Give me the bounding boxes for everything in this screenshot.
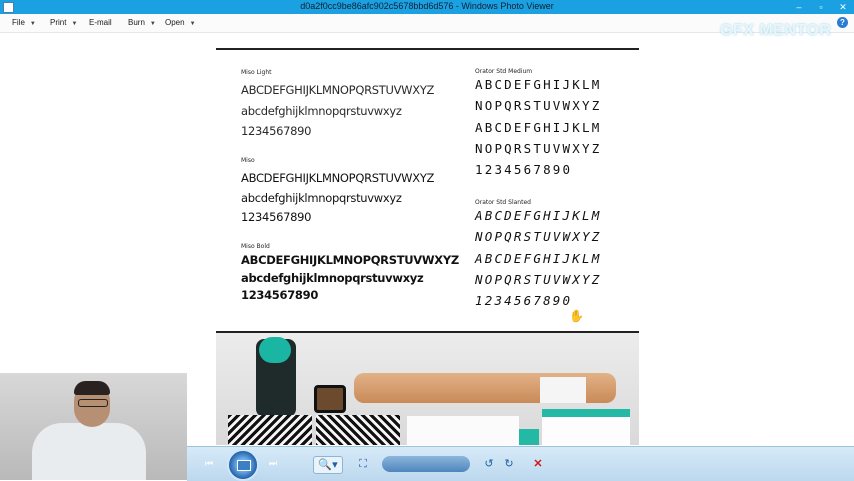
displayed-image[interactable]: Miso Light ABCDEFGHIJKLMNOPQRSTUVWXYZ ab… [216,33,639,445]
business-card-shape [406,415,520,445]
teal-card-shape [519,429,539,445]
specimen-uppercase: ABCDEFGHIJKLMNOPQRSTUVWXYZ [241,171,435,185]
rotate-right-icon[interactable]: ↻ [502,456,516,472]
chevron-down-icon: ▼ [71,21,78,27]
presenter-body [32,423,146,480]
specimen-line: ABCDEFGHIJKLM [475,77,602,92]
slideshow-icon [237,460,251,471]
brand-watermark: GFX MENTOR [720,22,832,39]
specimen-digits: 1234567890 [475,293,573,308]
specimen-digits: 1234567890 [241,124,312,138]
specimen-line: NOPQRSTUVWXYZ [475,272,602,287]
menu-file[interactable]: File ▼ [12,18,36,27]
chevron-down-icon: ▼ [149,21,156,27]
specimen-line: ABCDEFGHIJKLM [475,208,602,223]
zoom-icon[interactable]: 🔍▾ [313,456,343,474]
close-button[interactable]: ✕ [832,0,854,14]
navigation-pill [382,456,470,472]
specimen-digits: 1234567890 [241,210,312,224]
specimen-line: NOPQRSTUVWXYZ [475,141,602,156]
hand-cursor-icon: ✋ [569,309,584,323]
menu-print[interactable]: Print ▼ [50,18,77,27]
font-label-miso-light: Miso Light [241,69,272,76]
specimen-lowercase: abcdefghijklmnopqrstuvwxyz [241,104,402,118]
window-title: d0a2f0cc9be86afc902c5678bbd6d576 - Windo… [300,1,554,11]
restore-button[interactable]: ▫ [810,0,832,14]
stationery-mockup-photo [216,333,639,445]
webcam-overlay [0,373,187,480]
minimize-button[interactable]: – [788,0,810,14]
font-label-miso-bold: Miso Bold [241,243,270,250]
next-icon[interactable]: ⏭ [265,455,281,471]
chevron-down-icon: ▼ [29,21,36,27]
teal-box-shape [542,409,630,445]
specimen-digits: 1234567890 [475,162,573,177]
bottle-cap-shape [259,337,291,363]
menu-open[interactable]: Open ▼ [165,18,196,27]
specimen-uppercase: ABCDEFGHIJKLMNOPQRSTUVWXYZ [241,253,459,267]
actual-size-icon[interactable]: ⛶ [355,456,371,472]
bottom-toolbar: 🔍▾ ⛶ ↺ ↻ ✕ [187,446,854,481]
menu-email[interactable]: E-mail [89,18,112,27]
presenter-glasses [78,399,108,407]
specimen-digits: 1234567890 [241,288,319,302]
specimen-lowercase: abcdefghijklmnopqrstuvwxyz [241,191,402,205]
title-bar: d0a2f0cc9be86afc902c5678bbd6d576 - Windo… [0,0,854,14]
chevron-down-icon: ▼ [189,21,196,27]
cup-shape [314,385,346,413]
font-label-miso: Miso [241,157,255,164]
rotate-left-icon[interactable]: ↺ [482,456,496,472]
specimen-line: ABCDEFGHIJKLM [475,251,602,266]
specimen-uppercase: ABCDEFGHIJKLMNOPQRSTUVWXYZ [241,83,435,97]
presenter-hair [74,381,110,395]
divider-line [216,48,639,50]
specimen-lowercase: abcdefghijklmnopqrstuvwxyz [241,271,424,285]
help-icon[interactable]: ? [837,17,848,28]
font-label-orator-slanted: Orator Std Slanted [475,199,531,206]
slideshow-button[interactable] [227,449,259,481]
specimen-line: NOPQRSTUVWXYZ [475,98,602,113]
delete-icon[interactable]: ✕ [531,456,545,472]
specimen-line: ABCDEFGHIJKLM [475,120,602,135]
previous-icon[interactable]: ⏮ [201,455,217,471]
specimen-line: NOPQRSTUVWXYZ [475,229,602,244]
pattern-card [228,415,312,445]
font-label-orator-medium: Orator Std Medium [475,68,533,75]
menu-burn[interactable]: Burn ▼ [128,18,156,27]
pattern-card [316,415,400,445]
tube-label-shape [540,377,586,403]
